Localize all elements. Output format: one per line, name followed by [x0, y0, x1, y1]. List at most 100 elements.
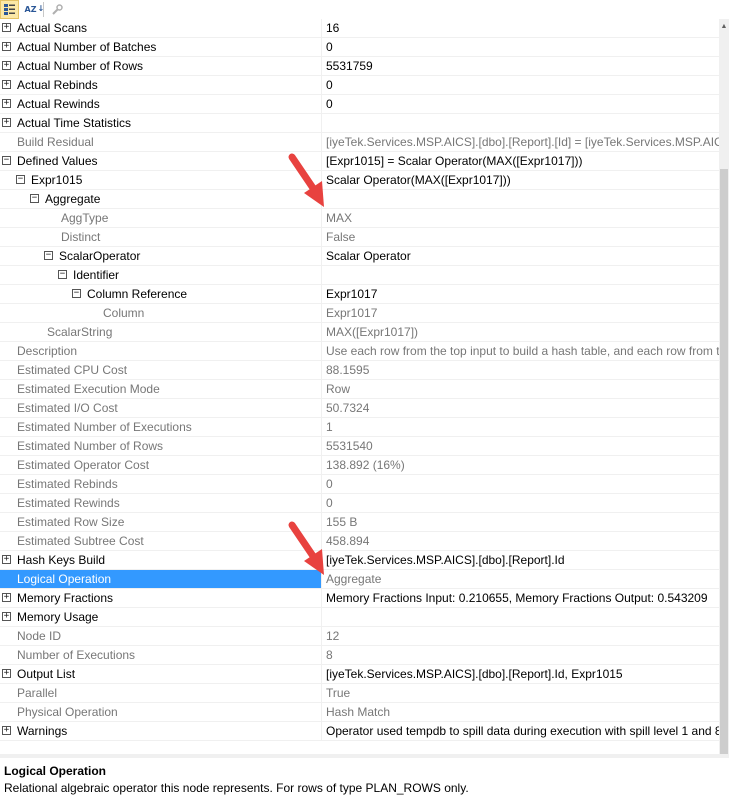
column-divider[interactable]: [321, 646, 322, 664]
property-name-cell[interactable]: + Actual Number of Batches: [0, 38, 321, 56]
property-row[interactable]: ScalarString MAX([Expr1017]): [0, 323, 719, 342]
property-value-cell[interactable]: 155 B: [326, 513, 719, 531]
column-divider[interactable]: [321, 285, 322, 303]
column-divider[interactable]: [321, 589, 322, 607]
plus-box-icon[interactable]: +: [2, 23, 11, 32]
property-row[interactable]: + Actual Number of Rows 5531759: [0, 57, 719, 76]
property-name-cell[interactable]: Estimated Number of Executions: [0, 418, 321, 436]
property-value-cell[interactable]: [iyeTek.Services.MSP.AICS].[dbo].[Report…: [326, 665, 719, 683]
property-row[interactable]: Build Residual [iyeTek.Services.MSP.AICS]…: [0, 133, 719, 152]
property-row[interactable]: − Identifier: [0, 266, 719, 285]
property-row[interactable]: − Column Reference Expr1017: [0, 285, 719, 304]
property-row[interactable]: Description Use each row from the top inp…: [0, 342, 719, 361]
property-value-cell[interactable]: 8: [326, 646, 719, 664]
property-name-cell[interactable]: ScalarString: [0, 323, 321, 341]
property-row[interactable]: Estimated Subtree Cost 458.894: [0, 532, 719, 551]
property-name-cell[interactable]: + Hash Keys Build: [0, 551, 321, 569]
property-value-cell[interactable]: [326, 266, 719, 284]
categorized-button[interactable]: [0, 0, 19, 19]
column-divider[interactable]: [321, 228, 322, 246]
column-divider[interactable]: [321, 418, 322, 436]
property-value-cell[interactable]: [Expr1015] = Scalar Operator(MAX([Expr10…: [326, 152, 719, 170]
property-row[interactable]: − Expr1015 Scalar Operator(MAX([Expr1017])…: [0, 171, 719, 190]
minus-box-icon[interactable]: −: [72, 289, 81, 298]
property-value-cell[interactable]: 5531540: [326, 437, 719, 455]
column-divider[interactable]: [321, 608, 322, 626]
column-divider[interactable]: [321, 57, 322, 75]
property-name-cell[interactable]: Estimated CPU Cost: [0, 361, 321, 379]
scroll-up-arrow-icon[interactable]: ▲: [719, 19, 729, 33]
column-divider[interactable]: [321, 247, 322, 265]
property-value-cell[interactable]: 50.7324: [326, 399, 719, 417]
property-name-cell[interactable]: Build Residual: [0, 133, 321, 151]
property-value-cell[interactable]: 12: [326, 627, 719, 645]
property-row[interactable]: + Hash Keys Build [iyeTek.Services.MSP.AIC…: [0, 551, 719, 570]
property-value-cell[interactable]: False: [326, 228, 719, 246]
column-divider[interactable]: [321, 361, 322, 379]
property-name-cell[interactable]: Estimated Execution Mode: [0, 380, 321, 398]
property-name-cell[interactable]: − Defined Values: [0, 152, 321, 170]
property-name-cell[interactable]: Column: [0, 304, 321, 322]
column-divider[interactable]: [321, 76, 322, 94]
property-row[interactable]: + Memory Fractions Memory Fractions Input:…: [0, 589, 719, 608]
property-row[interactable]: Estimated I/O Cost 50.7324: [0, 399, 719, 418]
column-divider[interactable]: [321, 475, 322, 493]
property-value-cell[interactable]: [326, 190, 719, 208]
property-row[interactable]: Estimated Number of Executions 1: [0, 418, 719, 437]
plus-box-icon[interactable]: +: [2, 593, 11, 602]
column-divider[interactable]: [321, 95, 322, 113]
property-row[interactable]: Distinct False: [0, 228, 719, 247]
property-name-cell[interactable]: Description: [0, 342, 321, 360]
property-value-cell[interactable]: MAX([Expr1017]): [326, 323, 719, 341]
property-row[interactable]: Estimated CPU Cost 88.1595: [0, 361, 719, 380]
property-value-cell[interactable]: 0: [326, 38, 719, 56]
property-name-cell[interactable]: + Actual Rebinds: [0, 76, 321, 94]
property-value-cell[interactable]: 0: [326, 76, 719, 94]
property-name-cell[interactable]: + Actual Number of Rows: [0, 57, 321, 75]
property-name-cell[interactable]: − Expr1015: [0, 171, 321, 189]
property-row[interactable]: + Output List [iyeTek.Services.MSP.AICS].[…: [0, 665, 719, 684]
property-value-cell[interactable]: 138.892 (16%): [326, 456, 719, 474]
property-value-cell[interactable]: 5531759: [326, 57, 719, 75]
property-row[interactable]: − Defined Values [Expr1015] = Scalar Opera…: [0, 152, 719, 171]
column-divider[interactable]: [321, 380, 322, 398]
property-value-cell[interactable]: Scalar Operator(MAX([Expr1017])): [326, 171, 719, 189]
property-value-cell[interactable]: Expr1017: [326, 285, 719, 303]
property-row[interactable]: Column Expr1017: [0, 304, 719, 323]
plus-box-icon[interactable]: +: [2, 726, 11, 735]
minus-box-icon[interactable]: −: [16, 175, 25, 184]
column-divider[interactable]: [321, 266, 322, 284]
column-divider[interactable]: [321, 133, 322, 151]
property-row[interactable]: AggType MAX: [0, 209, 719, 228]
property-name-cell[interactable]: − Aggregate: [0, 190, 321, 208]
vertical-scrollbar[interactable]: ▲: [719, 19, 729, 769]
property-row[interactable]: + Memory Usage: [0, 608, 719, 627]
property-row[interactable]: Estimated Number of Rows 5531540: [0, 437, 719, 456]
property-name-cell[interactable]: + Memory Usage: [0, 608, 321, 626]
scroll-thumb[interactable]: [720, 169, 728, 769]
column-divider[interactable]: [321, 703, 322, 721]
minus-box-icon[interactable]: −: [30, 194, 39, 203]
property-name-cell[interactable]: Node ID: [0, 627, 321, 645]
property-row[interactable]: Parallel True: [0, 684, 719, 703]
property-value-cell[interactable]: 0: [326, 95, 719, 113]
plus-box-icon[interactable]: +: [2, 80, 11, 89]
property-row[interactable]: + Actual Rewinds 0: [0, 95, 719, 114]
column-divider[interactable]: [321, 494, 322, 512]
property-row[interactable]: Estimated Rebinds 0: [0, 475, 719, 494]
property-row[interactable]: Node ID 12: [0, 627, 719, 646]
property-name-cell[interactable]: Number of Executions: [0, 646, 321, 664]
sort-alphabetical-button[interactable]: AZ ↓: [21, 0, 45, 19]
plus-box-icon[interactable]: +: [2, 42, 11, 51]
property-value-cell[interactable]: 0: [326, 475, 719, 493]
property-row[interactable]: − Aggregate: [0, 190, 719, 209]
property-value-cell[interactable]: [326, 114, 719, 132]
property-row[interactable]: + Warnings Operator used tempdb to spill d…: [0, 722, 719, 741]
property-row[interactable]: + Actual Scans 16: [0, 19, 719, 38]
property-row[interactable]: Physical Operation Hash Match: [0, 703, 719, 722]
property-row[interactable]: Estimated Rewinds 0: [0, 494, 719, 513]
minus-box-icon[interactable]: −: [2, 156, 11, 165]
property-value-cell[interactable]: Memory Fractions Input: 0.210655, Memory…: [326, 589, 719, 607]
property-row[interactable]: + Actual Rebinds 0: [0, 76, 719, 95]
column-divider[interactable]: [321, 114, 322, 132]
